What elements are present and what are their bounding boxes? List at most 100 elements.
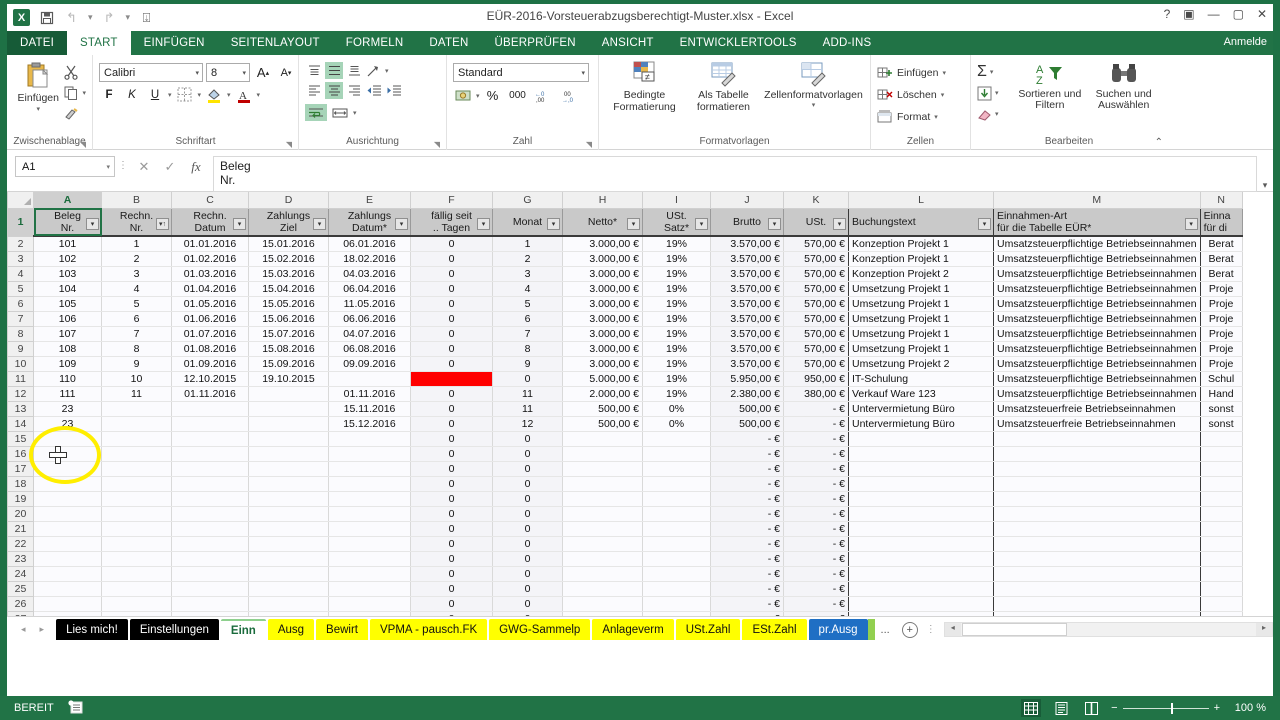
table-cell[interactable] <box>643 566 711 581</box>
table-cell[interactable]: 106 <box>34 311 102 326</box>
table-cell[interactable]: sonst <box>1200 401 1242 416</box>
table-cell[interactable] <box>643 536 711 551</box>
table-cell[interactable]: 5 <box>102 296 172 311</box>
font-dialog-launcher-icon[interactable]: ◥ <box>286 140 292 149</box>
column-header-G[interactable]: G <box>493 192 563 208</box>
column-header-C[interactable]: C <box>172 192 249 208</box>
table-cell[interactable] <box>329 431 411 446</box>
table-cell[interactable]: Umsetzung Projekt 1 <box>849 326 994 341</box>
table-cell[interactable]: 6 <box>102 311 172 326</box>
sheet-tab-vpmapauschfk[interactable]: VPMA - pausch.FK <box>370 619 487 640</box>
row-header[interactable]: 20 <box>8 506 34 521</box>
table-cell[interactable] <box>849 446 994 461</box>
table-cell[interactable] <box>643 431 711 446</box>
table-cell[interactable] <box>172 506 249 521</box>
table-cell[interactable]: Umsatzsteuerpflichtige Betriebseinnahmen <box>994 341 1201 356</box>
fill-dropdown-icon[interactable]: ▾ <box>995 89 999 97</box>
table-cell[interactable]: 3.570,00 € <box>711 356 784 371</box>
table-header-cell[interactable]: ZahlungsDatum*▾ <box>329 208 411 236</box>
table-header-cell[interactable]: USt.▾ <box>784 208 849 236</box>
row-header[interactable]: 22 <box>8 536 34 551</box>
table-cell[interactable] <box>849 566 994 581</box>
font-size-combo[interactable]: 8 ▾ <box>206 63 250 82</box>
table-cell[interactable] <box>172 461 249 476</box>
table-cell[interactable]: - € <box>711 431 784 446</box>
table-cell[interactable] <box>34 521 102 536</box>
align-bottom-button[interactable] <box>345 62 363 79</box>
table-cell[interactable]: 570,00 € <box>784 296 849 311</box>
table-cell[interactable] <box>102 491 172 506</box>
table-cell[interactable]: 0 <box>411 311 493 326</box>
table-cell[interactable]: 3.570,00 € <box>711 311 784 326</box>
table-cell[interactable]: 19% <box>643 236 711 251</box>
macro-record-icon[interactable] <box>68 700 83 717</box>
sheet-tabs-overflow[interactable]: ... <box>875 624 896 636</box>
table-cell[interactable]: 18.02.2016 <box>329 251 411 266</box>
wrap-text-button[interactable] <box>305 104 327 121</box>
table-cell[interactable]: - € <box>711 506 784 521</box>
cut-button[interactable] <box>63 62 86 81</box>
row-header[interactable]: 24 <box>8 566 34 581</box>
table-cell[interactable] <box>34 596 102 611</box>
row-header[interactable]: 15 <box>8 431 34 446</box>
table-header-cell[interactable]: Brutto▾ <box>711 208 784 236</box>
number-dialog-launcher-icon[interactable]: ◥ <box>586 140 592 149</box>
increase-decimal-button[interactable]: ←0,00 <box>533 86 557 105</box>
merge-center-button[interactable] <box>329 104 351 121</box>
table-cell[interactable] <box>1200 491 1242 506</box>
table-cell[interactable] <box>849 431 994 446</box>
sheet-tab-einn[interactable]: Einn <box>221 619 266 640</box>
table-cell[interactable]: 0 <box>411 341 493 356</box>
table-cell[interactable]: 103 <box>34 266 102 281</box>
zoom-slider[interactable]: − + <box>1111 702 1220 714</box>
font-name-dropdown-icon[interactable]: ▾ <box>195 69 199 77</box>
table-cell[interactable]: 0 <box>411 491 493 506</box>
table-cell[interactable]: 0 <box>493 551 563 566</box>
format-cells-button[interactable]: Format ▾ <box>877 107 946 127</box>
table-cell[interactable]: Umsatzsteuerpflichtige Betriebseinnahmen <box>994 371 1201 386</box>
table-cell[interactable] <box>34 476 102 491</box>
filter-dropdown-icon[interactable]: ▾ <box>86 218 99 230</box>
table-cell[interactable] <box>172 536 249 551</box>
table-cell[interactable]: 19% <box>643 356 711 371</box>
table-cell[interactable] <box>563 596 643 611</box>
insert-cells-dropdown-icon[interactable]: ▾ <box>942 69 946 77</box>
table-cell[interactable] <box>994 521 1201 536</box>
orientation-button[interactable] <box>365 62 383 79</box>
table-cell[interactable] <box>994 431 1201 446</box>
ribbon-tab-start[interactable]: START <box>67 31 131 55</box>
table-cell[interactable]: 570,00 € <box>784 281 849 296</box>
table-cell[interactable]: - € <box>711 581 784 596</box>
table-cell[interactable]: 101 <box>34 236 102 251</box>
table-cell[interactable]: Umsetzung Projekt 1 <box>849 311 994 326</box>
font-color-dropdown-icon[interactable]: ▾ <box>257 91 261 99</box>
table-cell[interactable]: 19.10.2015 <box>249 371 329 386</box>
table-cell[interactable]: 0 <box>411 356 493 371</box>
table-cell[interactable] <box>172 551 249 566</box>
sheet-tab-ustzahl[interactable]: USt.Zahl <box>676 619 741 640</box>
table-cell[interactable] <box>34 461 102 476</box>
table-cell[interactable] <box>172 416 249 431</box>
table-cell[interactable]: 10 <box>102 371 172 386</box>
filter-dropdown-icon[interactable]: ▾ <box>978 218 991 230</box>
table-cell[interactable]: 9 <box>493 356 563 371</box>
hscroll-right-icon[interactable]: ▸ <box>1256 623 1272 636</box>
table-cell[interactable] <box>994 551 1201 566</box>
table-cell[interactable] <box>1200 596 1242 611</box>
table-cell[interactable]: 0 <box>493 596 563 611</box>
table-header-cell[interactable]: USt.Satz*▾ <box>643 208 711 236</box>
row-header[interactable]: 11 <box>8 371 34 386</box>
table-cell[interactable] <box>172 581 249 596</box>
table-cell[interactable] <box>563 476 643 491</box>
table-cell[interactable]: 11 <box>493 401 563 416</box>
table-cell[interactable]: 12 <box>493 416 563 431</box>
zoom-thumb[interactable] <box>1171 703 1173 714</box>
table-cell[interactable]: 19% <box>643 281 711 296</box>
table-cell[interactable] <box>563 566 643 581</box>
table-cell[interactable] <box>563 431 643 446</box>
column-header-J[interactable]: J <box>711 192 784 208</box>
ribbon-tab-berprfen[interactable]: ÜBERPRÜFEN <box>482 31 589 55</box>
table-cell[interactable] <box>994 536 1201 551</box>
table-cell[interactable] <box>643 476 711 491</box>
table-cell[interactable]: Umsatzsteuerpflichtige Betriebseinnahmen <box>994 311 1201 326</box>
